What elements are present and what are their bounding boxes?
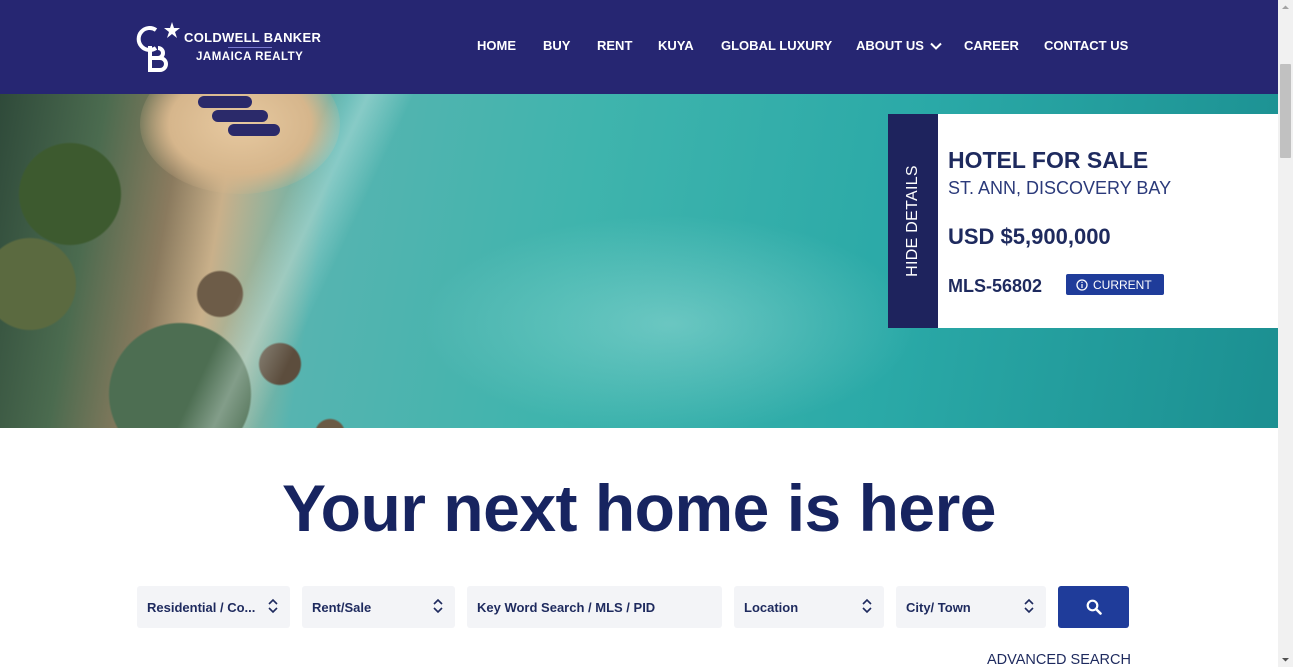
nav-contact-us-label: CONTACT US (1044, 38, 1129, 53)
hero-surf (150, 94, 450, 428)
nav-global-luxury-label: GLOBAL LUXURY (721, 38, 833, 53)
brand-line2: JAMAICA REALTY (196, 50, 304, 63)
keyword-search-input[interactable] (477, 586, 722, 628)
search-button[interactable] (1058, 586, 1129, 628)
brand-logo[interactable]: COLDWELL BANKER JAMAICA REALTY (136, 20, 321, 72)
search-icon (1086, 599, 1102, 615)
cb-star-logo-icon (136, 22, 180, 72)
property-type-select[interactable]: Residential / Co... (137, 586, 290, 628)
nav-global-luxury[interactable]: GLOBAL LUXURY (721, 38, 832, 53)
chevron-down-icon (930, 42, 942, 50)
scroll-up-arrow-icon[interactable] (1281, 3, 1290, 12)
scroll-down-arrow-icon[interactable] (1281, 655, 1290, 664)
status-label: CURRENT (1093, 277, 1152, 292)
location-select[interactable]: Location (734, 586, 884, 628)
nav-career-label: CAREER (964, 38, 1019, 53)
brand-wordmark: COLDWELL BANKER JAMAICA REALTY (184, 30, 321, 63)
hero-water-sparkle (420, 214, 920, 428)
property-detail-card: HIDE DETAILS HOTEL FOR SALE ST. ANN, DIS… (888, 114, 1278, 328)
nav-buy-label: BUY (543, 38, 571, 53)
nav-home[interactable]: HOME (477, 38, 516, 53)
page-headline: Your next home is here (282, 471, 996, 545)
transaction-select[interactable]: Rent/Sale (302, 586, 455, 628)
select-updown-icon (862, 598, 872, 614)
select-updown-icon (1024, 598, 1034, 614)
keyword-search-field[interactable] (467, 586, 722, 628)
site-header: COLDWELL BANKER JAMAICA REALTY HOME BUY … (0, 0, 1278, 94)
hide-details-toggle[interactable]: HIDE DETAILS (888, 114, 938, 328)
brand-line1: COLDWELL BANKER (184, 29, 322, 45)
property-mls: MLS-56802 (948, 276, 1043, 296)
property-type: HOTEL FOR SALE (948, 147, 1149, 173)
property-type-value: Residential / Co... (147, 599, 256, 615)
transaction-value: Rent/Sale (312, 599, 372, 615)
hide-details-label: HIDE DETAILS (904, 165, 921, 277)
select-updown-icon (433, 598, 443, 614)
hero-jetski (212, 110, 268, 122)
hero-jetski (198, 96, 252, 108)
page-scrollbar[interactable] (1278, 0, 1293, 667)
select-updown-icon (268, 598, 278, 614)
city-select[interactable]: City/ Town (896, 586, 1046, 628)
nav-contact-us[interactable]: CONTACT US (1044, 38, 1128, 53)
nav-career[interactable]: CAREER (964, 38, 1019, 53)
nav-about-us-label: ABOUT US (856, 38, 924, 53)
status-badge: CURRENT (1066, 274, 1164, 295)
scrollbar-thumb[interactable] (1280, 64, 1291, 158)
location-value: Location (744, 599, 799, 615)
nav-kuya-label: KUYA (658, 38, 694, 53)
property-location: ST. ANN, DISCOVERY BAY (948, 178, 1172, 198)
info-circle-icon (1076, 278, 1088, 291)
nav-kuya[interactable]: KUYA (658, 38, 694, 53)
nav-rent[interactable]: RENT (597, 38, 632, 53)
nav-rent-label: RENT (597, 38, 633, 53)
hero-jetski (228, 124, 280, 136)
property-price: USD $5,900,000 (948, 224, 1111, 249)
nav-about-us[interactable]: ABOUT US (856, 38, 942, 53)
city-value: City/ Town (906, 599, 971, 615)
nav-home-label: HOME (477, 38, 516, 53)
brand-divider (228, 46, 272, 48)
nav-buy[interactable]: BUY (543, 38, 570, 53)
advanced-search-link[interactable]: ADVANCED SEARCH (987, 652, 1131, 667)
